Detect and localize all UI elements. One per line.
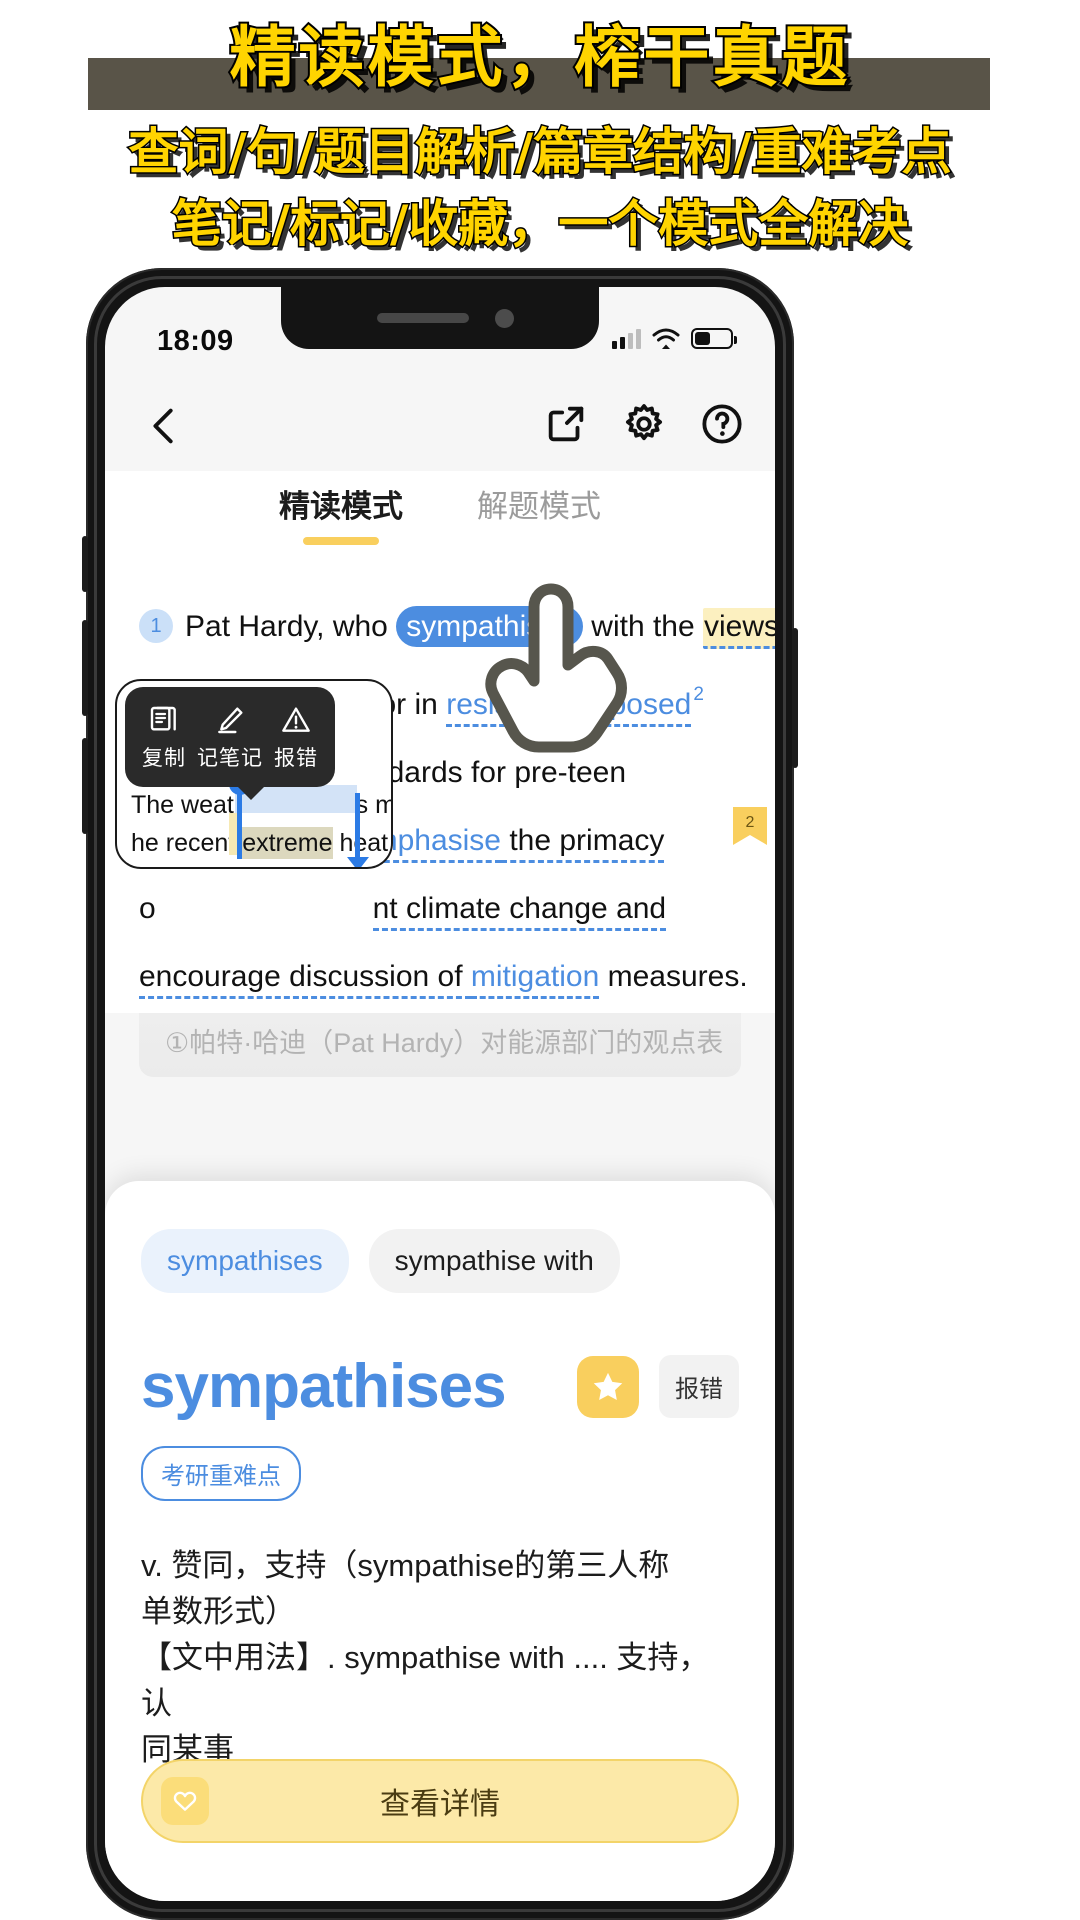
wifi-icon [652, 328, 680, 349]
paragraph-number-badge: 1 [139, 609, 173, 643]
passage-line-1[interactable]: 1 Pat Hardy, who sympathises with the vie… [139, 593, 775, 661]
status-time: 18:09 [157, 325, 234, 357]
link-mitigation[interactable]: mitigation [470, 960, 600, 999]
translation-text: ①帕特·哈迪（Pat Hardy）对能源部门的观点表 [165, 1028, 724, 1058]
heart-badge-icon [161, 1777, 209, 1825]
passage-line-5[interactable]: oaaaaaaaaaaaaant climate change and [139, 875, 741, 943]
selection-line-bottom: he recent extreme heat, but t [131, 827, 393, 859]
volume-down-button[interactable] [82, 738, 88, 834]
selection-handle-right-tip[interactable] [347, 857, 369, 867]
nav-actions [543, 401, 745, 447]
view-details-button[interactable]: 查看详情 [141, 1759, 739, 1843]
mute-switch[interactable] [82, 536, 88, 592]
favorite-button[interactable] [577, 1355, 639, 1418]
word-form-chips: sympathises sympathise with [141, 1181, 739, 1293]
context-menu-item-note[interactable]: 记笔记 [197, 702, 263, 772]
tab-problem-solving[interactable]: 解题模式 [477, 471, 601, 553]
passage-text: encourage discussion of [139, 960, 471, 999]
promo-header: 精读模式，榨干真题 查词/句/题目解析/篇章结构/重难考点 笔记/标记/收藏，一… [0, 0, 1080, 262]
marked-word-views[interactable]: views [703, 608, 775, 649]
question-circle-icon[interactable] [699, 401, 745, 447]
earpiece-speaker [377, 313, 469, 323]
chip-sympathises[interactable]: sympathises [141, 1229, 349, 1293]
phone-screen: 18:09 精读模式 解题模式 1 Pat Hardy, who sympath… [105, 287, 775, 1901]
passage-text: nt climate change and [372, 892, 667, 931]
phone-mockup: 18:09 精读模式 解题模式 1 Pat Hardy, who sympath… [82, 268, 798, 1920]
copy-icon [131, 702, 197, 738]
passage-line-6[interactable]: encourage discussion of mitigation measu… [139, 943, 748, 1011]
star-filled-icon [593, 1372, 623, 1400]
dictionary-sheet: sympathises sympathise with sympathises … [105, 1181, 775, 1901]
difficulty-tag: 考研重难点 [141, 1446, 301, 1501]
bookmark-flag-icon[interactable]: 2 [731, 805, 769, 857]
context-menu-arrow [237, 786, 265, 800]
tab-intensive-reading[interactable]: 精读模式 [279, 471, 403, 553]
report-error-button[interactable]: 报错 [659, 1355, 739, 1418]
definition-line-2: 单数形式） [141, 1594, 296, 1629]
mode-tabs: 精读模式 解题模式 [105, 471, 775, 553]
pencil-note-icon [197, 702, 263, 738]
front-camera [495, 309, 514, 328]
definitions: v. 赞同，支持（sympathise的第三人称 单数形式） 【文中用法】. s… [141, 1543, 739, 1773]
flag-number: 2 [746, 814, 755, 831]
battery-icon [691, 328, 737, 349]
annotation-superscript: 2 [693, 684, 704, 705]
tab-active-indicator [303, 537, 379, 545]
warning-triangle-icon [263, 702, 329, 738]
context-menu-note-label: 记笔记 [197, 747, 263, 770]
hand-pointer-icon [485, 583, 627, 753]
text-context-menu: 复制 记笔记 报错 [125, 687, 335, 800]
headword-row: sympathises 报错 [141, 1351, 739, 1422]
tab-intensive-reading-label: 精读模式 [279, 489, 403, 524]
passage-text: measures. [599, 960, 748, 993]
power-button[interactable] [792, 628, 798, 768]
volume-up-button[interactable] [82, 620, 88, 716]
promo-subtitle-line-1: 查词/句/题目解析/篇章结构/重难考点 [127, 122, 953, 183]
definition-line-3: 【文中用法】. sympathise with .... 支持，认 [141, 1640, 710, 1721]
selection-handle-right[interactable] [355, 793, 360, 863]
passage-text: Pat Hardy, who [185, 610, 397, 643]
context-menu-item-report[interactable]: 报错 [263, 702, 329, 772]
passage-text: the primacy [500, 824, 665, 863]
chevron-left-icon[interactable] [141, 403, 187, 449]
promo-title: 精读模式，榨干真题 [228, 17, 851, 98]
selected-word-extreme[interactable]: extreme [242, 827, 333, 859]
selection-text: heat, but t [339, 829, 393, 857]
view-details-label: 查看详情 [380, 1788, 500, 1821]
definition-line-1: v. 赞同，支持（sympathise的第三人称 [141, 1548, 670, 1583]
passage-text: o [139, 892, 156, 925]
phone-notch [281, 287, 599, 349]
context-menu-copy-label: 复制 [142, 747, 186, 770]
tab-problem-solving-label: 解题模式 [477, 489, 601, 524]
selection-text: he recent [131, 829, 243, 857]
tag-row: 考研重难点 [141, 1446, 739, 1501]
share-external-icon[interactable] [543, 401, 589, 447]
signal-bars-icon [612, 329, 641, 349]
chip-sympathise-with[interactable]: sympathise with [368, 1229, 620, 1293]
promo-subtitle-line-2: 笔记/标记/收藏，一个模式全解决 [170, 194, 910, 255]
status-indicators [612, 327, 737, 349]
headword: sympathises [141, 1352, 507, 1421]
context-menu-item-copy[interactable]: 复制 [131, 702, 197, 772]
app-nav-bar [105, 379, 775, 471]
context-menu-report-label: 报错 [274, 747, 318, 770]
gear-icon[interactable] [621, 401, 667, 447]
